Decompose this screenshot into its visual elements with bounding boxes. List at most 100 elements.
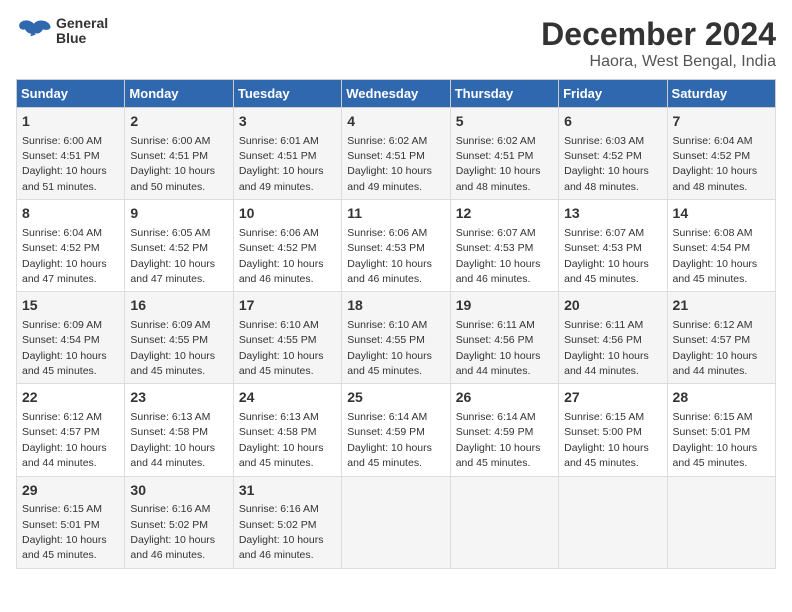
calendar-cell: 15 Sunrise: 6:09 AMSunset: 4:54 PMDaylig… — [17, 292, 125, 384]
location-title: Haora, West Bengal, India — [541, 53, 776, 71]
day-number: 31 — [239, 481, 336, 501]
day-number: 21 — [673, 296, 770, 316]
day-number: 22 — [22, 388, 119, 408]
day-number: 2 — [130, 112, 227, 132]
day-info: Sunrise: 6:10 AMSunset: 4:55 PMDaylight:… — [239, 319, 324, 377]
calendar-cell: 21 Sunrise: 6:12 AMSunset: 4:57 PMDaylig… — [667, 292, 775, 384]
day-info: Sunrise: 6:11 AMSunset: 4:56 PMDaylight:… — [564, 319, 649, 377]
calendar-cell: 20 Sunrise: 6:11 AMSunset: 4:56 PMDaylig… — [559, 292, 667, 384]
day-number: 24 — [239, 388, 336, 408]
day-info: Sunrise: 6:06 AMSunset: 4:53 PMDaylight:… — [347, 227, 432, 285]
day-info: Sunrise: 6:01 AMSunset: 4:51 PMDaylight:… — [239, 135, 324, 193]
day-number: 1 — [22, 112, 119, 132]
day-info: Sunrise: 6:12 AMSunset: 4:57 PMDaylight:… — [673, 319, 758, 377]
day-info: Sunrise: 6:02 AMSunset: 4:51 PMDaylight:… — [456, 135, 541, 193]
day-number: 28 — [673, 388, 770, 408]
title-area: December 2024 Haora, West Bengal, India — [541, 16, 776, 71]
calendar-table: SundayMondayTuesdayWednesdayThursdayFrid… — [16, 79, 776, 569]
calendar-cell: 10 Sunrise: 6:06 AMSunset: 4:52 PMDaylig… — [233, 200, 341, 292]
month-title: December 2024 — [541, 16, 776, 53]
day-info: Sunrise: 6:06 AMSunset: 4:52 PMDaylight:… — [239, 227, 324, 285]
day-number: 25 — [347, 388, 444, 408]
day-number: 14 — [673, 204, 770, 224]
logo: General Blue — [16, 16, 108, 47]
day-number: 26 — [456, 388, 553, 408]
day-number: 6 — [564, 112, 661, 132]
calendar-cell: 12 Sunrise: 6:07 AMSunset: 4:53 PMDaylig… — [450, 200, 558, 292]
calendar-cell: 25 Sunrise: 6:14 AMSunset: 4:59 PMDaylig… — [342, 384, 450, 476]
logo-text: General Blue — [56, 16, 108, 47]
day-number: 18 — [347, 296, 444, 316]
day-number: 3 — [239, 112, 336, 132]
day-info: Sunrise: 6:15 AMSunset: 5:01 PMDaylight:… — [673, 411, 758, 469]
day-info: Sunrise: 6:05 AMSunset: 4:52 PMDaylight:… — [130, 227, 215, 285]
header-wednesday: Wednesday — [342, 80, 450, 108]
week-row-2: 8 Sunrise: 6:04 AMSunset: 4:52 PMDayligh… — [17, 200, 776, 292]
day-number: 13 — [564, 204, 661, 224]
calendar-cell: 28 Sunrise: 6:15 AMSunset: 5:01 PMDaylig… — [667, 384, 775, 476]
week-row-4: 22 Sunrise: 6:12 AMSunset: 4:57 PMDaylig… — [17, 384, 776, 476]
day-number: 17 — [239, 296, 336, 316]
day-info: Sunrise: 6:00 AMSunset: 4:51 PMDaylight:… — [22, 135, 107, 193]
day-info: Sunrise: 6:09 AMSunset: 4:54 PMDaylight:… — [22, 319, 107, 377]
header-sunday: Sunday — [17, 80, 125, 108]
day-info: Sunrise: 6:14 AMSunset: 4:59 PMDaylight:… — [347, 411, 432, 469]
day-info: Sunrise: 6:07 AMSunset: 4:53 PMDaylight:… — [456, 227, 541, 285]
day-info: Sunrise: 6:04 AMSunset: 4:52 PMDaylight:… — [673, 135, 758, 193]
day-info: Sunrise: 6:13 AMSunset: 4:58 PMDaylight:… — [130, 411, 215, 469]
day-info: Sunrise: 6:04 AMSunset: 4:52 PMDaylight:… — [22, 227, 107, 285]
day-info: Sunrise: 6:16 AMSunset: 5:02 PMDaylight:… — [130, 503, 215, 561]
calendar-cell — [667, 476, 775, 568]
header-friday: Friday — [559, 80, 667, 108]
calendar-cell: 6 Sunrise: 6:03 AMSunset: 4:52 PMDayligh… — [559, 108, 667, 200]
week-row-1: 1 Sunrise: 6:00 AMSunset: 4:51 PMDayligh… — [17, 108, 776, 200]
header-tuesday: Tuesday — [233, 80, 341, 108]
day-info: Sunrise: 6:10 AMSunset: 4:55 PMDaylight:… — [347, 319, 432, 377]
day-number: 16 — [130, 296, 227, 316]
day-info: Sunrise: 6:11 AMSunset: 4:56 PMDaylight:… — [456, 319, 541, 377]
day-number: 5 — [456, 112, 553, 132]
day-info: Sunrise: 6:16 AMSunset: 5:02 PMDaylight:… — [239, 503, 324, 561]
calendar-cell: 11 Sunrise: 6:06 AMSunset: 4:53 PMDaylig… — [342, 200, 450, 292]
calendar-cell: 16 Sunrise: 6:09 AMSunset: 4:55 PMDaylig… — [125, 292, 233, 384]
day-number: 8 — [22, 204, 119, 224]
calendar-cell: 26 Sunrise: 6:14 AMSunset: 4:59 PMDaylig… — [450, 384, 558, 476]
day-number: 19 — [456, 296, 553, 316]
day-number: 20 — [564, 296, 661, 316]
calendar-cell: 5 Sunrise: 6:02 AMSunset: 4:51 PMDayligh… — [450, 108, 558, 200]
day-number: 11 — [347, 204, 444, 224]
calendar-cell: 19 Sunrise: 6:11 AMSunset: 4:56 PMDaylig… — [450, 292, 558, 384]
day-info: Sunrise: 6:08 AMSunset: 4:54 PMDaylight:… — [673, 227, 758, 285]
calendar-header-row: SundayMondayTuesdayWednesdayThursdayFrid… — [17, 80, 776, 108]
calendar-cell: 3 Sunrise: 6:01 AMSunset: 4:51 PMDayligh… — [233, 108, 341, 200]
day-number: 27 — [564, 388, 661, 408]
day-number: 30 — [130, 481, 227, 501]
logo-icon — [16, 16, 52, 46]
calendar-cell — [559, 476, 667, 568]
calendar-cell: 13 Sunrise: 6:07 AMSunset: 4:53 PMDaylig… — [559, 200, 667, 292]
calendar-cell: 8 Sunrise: 6:04 AMSunset: 4:52 PMDayligh… — [17, 200, 125, 292]
calendar-cell: 7 Sunrise: 6:04 AMSunset: 4:52 PMDayligh… — [667, 108, 775, 200]
day-number: 23 — [130, 388, 227, 408]
calendar-cell: 9 Sunrise: 6:05 AMSunset: 4:52 PMDayligh… — [125, 200, 233, 292]
day-number: 4 — [347, 112, 444, 132]
day-number: 7 — [673, 112, 770, 132]
day-info: Sunrise: 6:15 AMSunset: 5:00 PMDaylight:… — [564, 411, 649, 469]
day-info: Sunrise: 6:00 AMSunset: 4:51 PMDaylight:… — [130, 135, 215, 193]
page-header: General Blue December 2024 Haora, West B… — [16, 16, 776, 71]
day-info: Sunrise: 6:09 AMSunset: 4:55 PMDaylight:… — [130, 319, 215, 377]
day-info: Sunrise: 6:02 AMSunset: 4:51 PMDaylight:… — [347, 135, 432, 193]
calendar-cell — [450, 476, 558, 568]
day-info: Sunrise: 6:03 AMSunset: 4:52 PMDaylight:… — [564, 135, 649, 193]
calendar-cell: 18 Sunrise: 6:10 AMSunset: 4:55 PMDaylig… — [342, 292, 450, 384]
header-thursday: Thursday — [450, 80, 558, 108]
calendar-cell: 14 Sunrise: 6:08 AMSunset: 4:54 PMDaylig… — [667, 200, 775, 292]
week-row-3: 15 Sunrise: 6:09 AMSunset: 4:54 PMDaylig… — [17, 292, 776, 384]
day-info: Sunrise: 6:07 AMSunset: 4:53 PMDaylight:… — [564, 227, 649, 285]
day-number: 12 — [456, 204, 553, 224]
calendar-cell: 27 Sunrise: 6:15 AMSunset: 5:00 PMDaylig… — [559, 384, 667, 476]
day-info: Sunrise: 6:13 AMSunset: 4:58 PMDaylight:… — [239, 411, 324, 469]
day-info: Sunrise: 6:12 AMSunset: 4:57 PMDaylight:… — [22, 411, 107, 469]
calendar-cell: 30 Sunrise: 6:16 AMSunset: 5:02 PMDaylig… — [125, 476, 233, 568]
header-monday: Monday — [125, 80, 233, 108]
